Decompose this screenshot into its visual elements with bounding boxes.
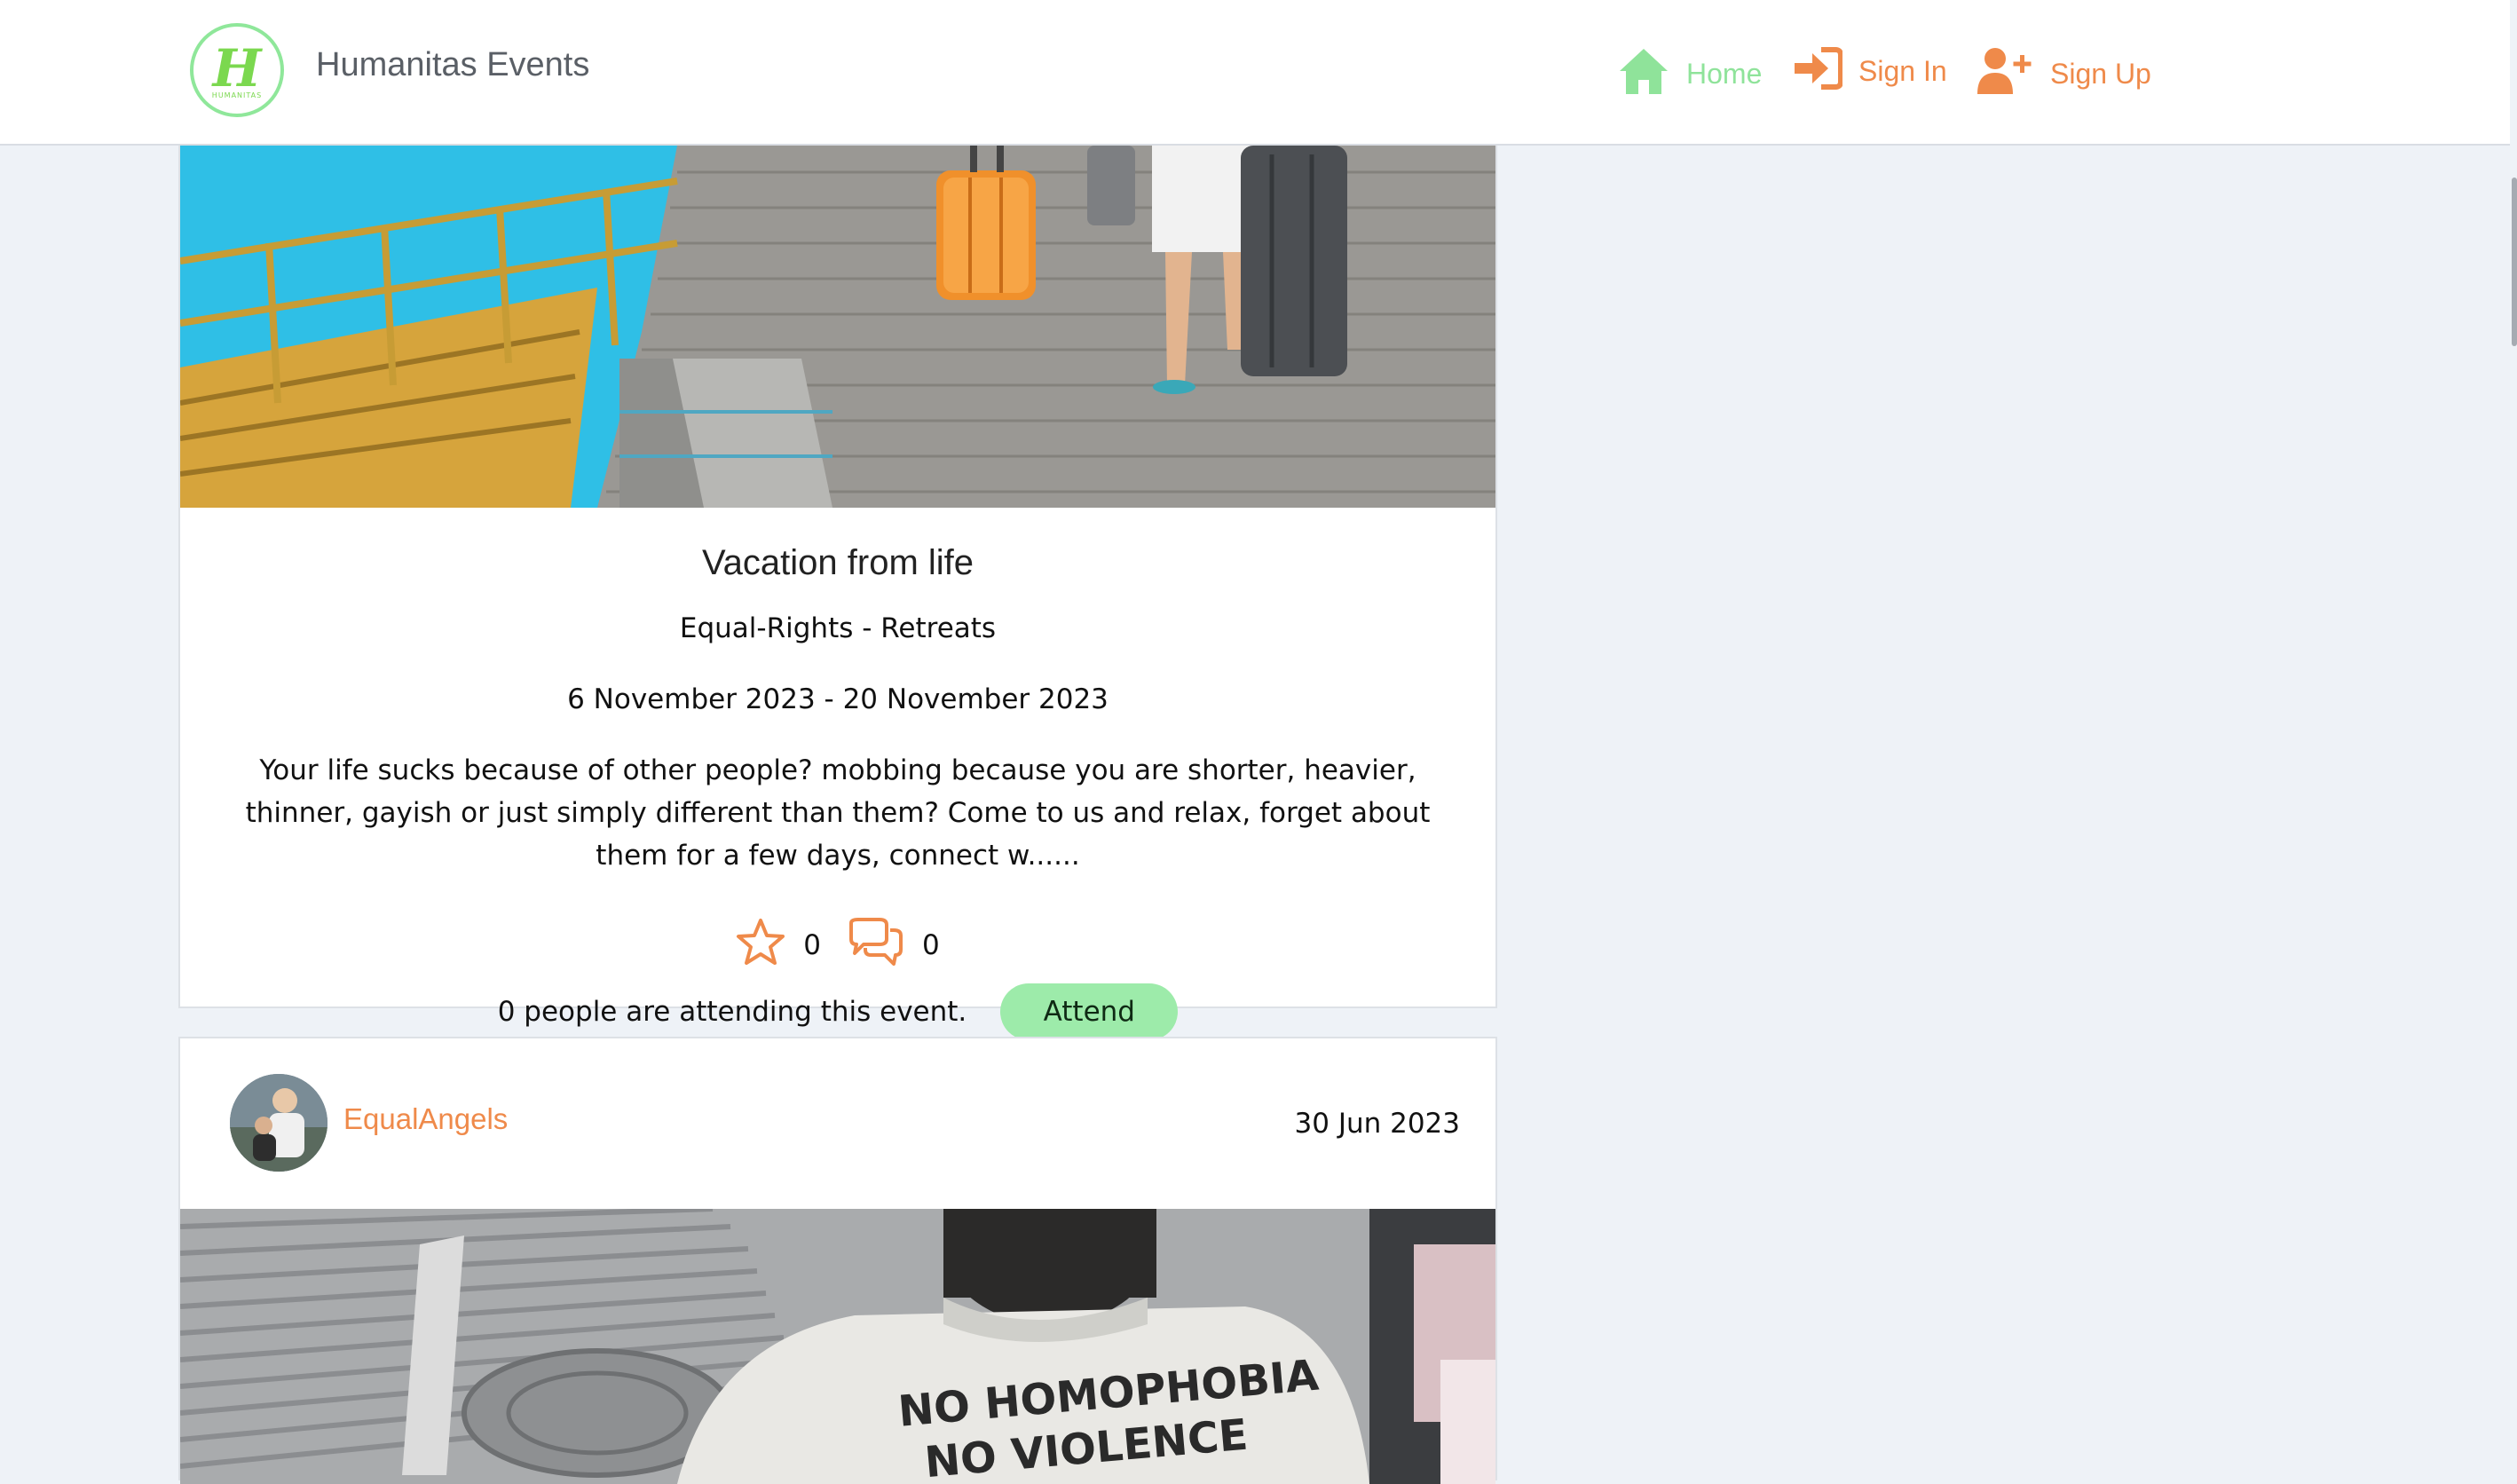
user-plus-icon xyxy=(1976,46,2034,96)
brand-title[interactable]: Humanitas Events xyxy=(316,46,589,84)
nav-signin-label: Sign In xyxy=(1858,54,1947,87)
sign-in-icon xyxy=(1793,46,1842,91)
nav-signin-link[interactable]: Sign In xyxy=(1793,46,1947,91)
like-count: 0 xyxy=(803,929,821,961)
comments-button[interactable]: 0 xyxy=(846,918,940,973)
like-button[interactable]: 0 xyxy=(736,918,821,973)
star-icon xyxy=(736,918,785,973)
event-image[interactable] xyxy=(180,146,1495,508)
post-header: EqualAngels 30 Jun 2023 xyxy=(180,1038,1495,1209)
top-navbar: H HUMANITAS Humanitas Events Home Sign I… xyxy=(0,0,2510,146)
home-icon xyxy=(1617,46,1670,96)
brand-logo[interactable]: H HUMANITAS xyxy=(190,23,284,117)
attending-count-text: 0 people are attending this event. xyxy=(497,996,967,1028)
scrollbar-thumb[interactable] xyxy=(2512,178,2517,346)
event-dates: 6 November 2023 - 20 November 2023 xyxy=(567,683,1109,715)
nav-home-link[interactable]: Home xyxy=(1617,46,1762,96)
logo-small-text: HUMANITAS xyxy=(211,91,263,99)
nav-signup-label: Sign Up xyxy=(2050,57,2151,90)
nav-signup-link[interactable]: Sign Up xyxy=(1976,46,2151,96)
comment-count: 0 xyxy=(922,929,940,961)
post-date: 30 Jun 2023 xyxy=(1294,1108,1460,1140)
event-stats: 0 0 xyxy=(180,918,1495,973)
event-card: Vacation from life Equal-Rights - Retrea… xyxy=(178,80,1497,1040)
event-card: EqualAngels 30 Jun 2023 NO HOMOPHOBIA NO… xyxy=(178,1037,1497,1484)
event-image[interactable]: NO HOMOPHOBIA NO VIOLENCE xyxy=(180,1209,1495,1484)
avatar[interactable] xyxy=(230,1074,327,1172)
event-title[interactable]: Vacation from life xyxy=(180,543,1495,583)
attendance-row: 0 people are attending this event. Atten… xyxy=(180,983,1495,1040)
logo-letter: H xyxy=(212,37,262,99)
author-link[interactable]: EqualAngels xyxy=(343,1102,508,1136)
comments-icon xyxy=(846,918,904,973)
nav-home-label: Home xyxy=(1686,57,1763,90)
attend-button[interactable]: Attend xyxy=(1000,983,1179,1040)
event-category: Equal-Rights - Retreats xyxy=(679,612,997,644)
event-description: Your life sucks because of other people?… xyxy=(245,754,1431,872)
